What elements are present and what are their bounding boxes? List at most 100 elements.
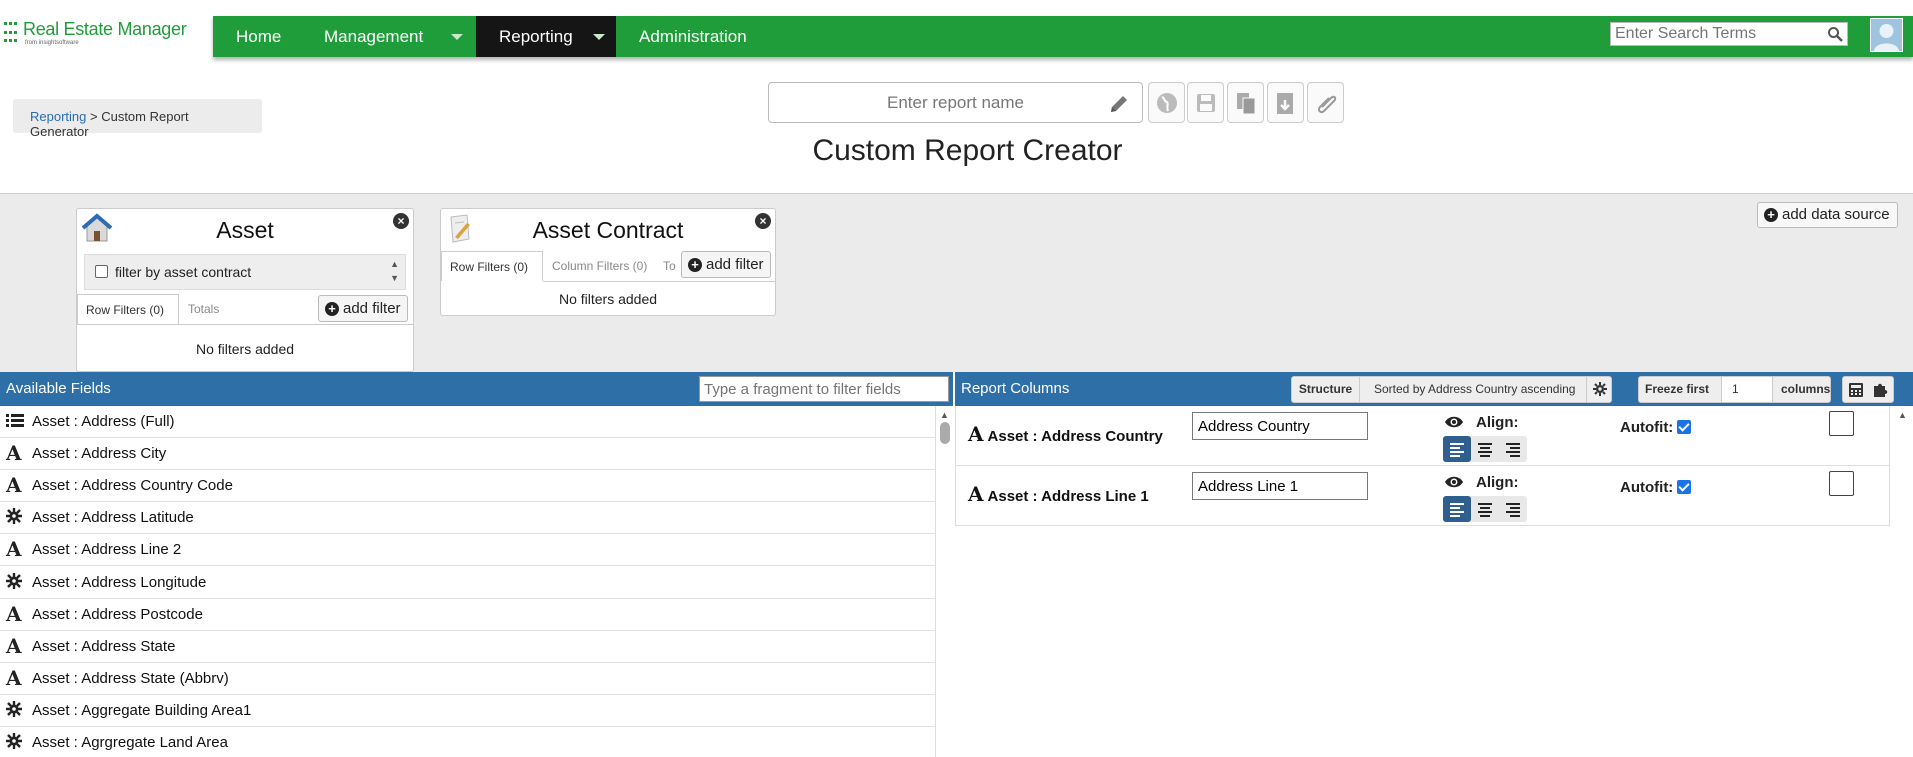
nav-management[interactable]: Management [301, 16, 476, 57]
align-right-icon [1505, 503, 1521, 522]
report-name-field[interactable]: Enter report name [768, 82, 1143, 123]
export-button[interactable] [1267, 82, 1304, 123]
column-header-input[interactable] [1192, 472, 1368, 500]
freeze-count-input[interactable]: 1 [1721, 376, 1773, 403]
filter-by-asset-contract-checkbox[interactable] [95, 265, 108, 278]
column-select-checkbox[interactable] [1829, 411, 1854, 436]
attach-button[interactable] [1307, 82, 1344, 123]
tab-totals[interactable]: Totals [180, 294, 227, 324]
align-right-button[interactable] [1499, 496, 1527, 522]
field-list-item[interactable]: Asset : Address Latitude [0, 502, 935, 535]
field-list-item[interactable]: A Asset : Address Country Code [0, 470, 935, 503]
puzzle-icon[interactable] [1872, 382, 1888, 398]
field-filter-input[interactable] [699, 376, 949, 402]
no-filters-text: No filters added [558, 291, 658, 307]
field-list-item[interactable]: A Asset : Address State (Abbrv) [0, 663, 935, 695]
tab-column-filters[interactable]: Column Filters (0) [544, 251, 655, 281]
field-label: Asset : Address (Full) [32, 413, 175, 431]
align-center-button[interactable] [1471, 436, 1499, 462]
add-filter-button[interactable]: + add filter [681, 251, 771, 278]
search-icon[interactable] [1827, 26, 1843, 42]
autofit-checkbox[interactable] [1677, 480, 1692, 494]
columns-scroll-up-icon[interactable]: ▲ [1898, 410, 1907, 420]
nav-home-label: Home [236, 27, 282, 46]
tab-row-filters[interactable]: Row Filters (0) [441, 251, 543, 281]
field-label: Asset : Address Postcode [32, 605, 203, 623]
column-header-input[interactable] [1192, 412, 1368, 440]
column-select-checkbox[interactable] [1829, 471, 1854, 496]
search-input[interactable] [1611, 23, 1821, 45]
field-label: Asset : Aggregate Building Area1 [32, 701, 252, 719]
report-column-row: AAsset : Address Line 1 Align: Autofit: [955, 466, 1890, 526]
align-button-group [1443, 436, 1527, 462]
nav-reporting[interactable]: Reporting [476, 16, 616, 57]
field-label: Asset : Address City [32, 445, 167, 463]
chevron-down-icon [451, 34, 463, 40]
scrollbar-thumb[interactable] [939, 422, 950, 444]
pencil-icon[interactable] [1108, 93, 1130, 115]
field-list-item[interactable]: A Asset : Address Line 2 [0, 534, 935, 567]
tab-totals[interactable]: To [663, 251, 679, 281]
column-field-name: A Asset : Address Line 1 [968, 482, 1149, 506]
autofit-label: Autofit: [1620, 419, 1674, 436]
align-center-button[interactable] [1471, 496, 1499, 522]
filter-by-asset-contract-label: filter by asset contract [115, 264, 252, 280]
structure-button[interactable]: Structure [1292, 377, 1360, 402]
data-source-title: Asset [216, 217, 274, 243]
align-center-icon [1477, 443, 1493, 462]
nav-administration[interactable]: Administration [616, 16, 784, 57]
fields-scrollbar[interactable]: ▲ [938, 410, 951, 446]
nav-home[interactable]: Home [213, 16, 301, 57]
align-left-button[interactable] [1443, 496, 1471, 522]
nav-management-label: Management [324, 27, 424, 46]
align-left-icon [1449, 503, 1465, 522]
align-right-button[interactable] [1499, 436, 1527, 462]
field-list-item[interactable]: Asset : Aggregate Building Area1 [0, 695, 935, 727]
nav-administration-label: Administration [639, 27, 747, 46]
scroll-arrows-icon[interactable]: ▲ ▼ [390, 257, 399, 285]
tab-row-filters[interactable]: Row Filters (0) [77, 294, 179, 324]
close-icon[interactable]: × [393, 213, 409, 229]
breadcrumb: Reporting > Custom Report Generator [13, 99, 262, 139]
sort-settings-button[interactable] [1586, 377, 1612, 402]
calculator-icon[interactable] [1848, 382, 1864, 398]
globe-icon [1157, 93, 1177, 113]
main-navbar: Home Management Reporting Administration [213, 16, 1913, 57]
add-filter-button[interactable]: + add filter [318, 295, 408, 322]
add-filter-label: add filter [343, 300, 401, 317]
user-avatar[interactable] [1870, 18, 1903, 52]
close-icon[interactable]: × [755, 213, 771, 229]
scroll-up-icon[interactable]: ▲ [938, 410, 951, 420]
field-label: Asset : Agrgregate Land Area [32, 733, 228, 751]
save-button[interactable] [1187, 82, 1224, 123]
column-field-label: Asset : Address Country [987, 428, 1163, 445]
text-icon: A [6, 665, 22, 690]
eye-icon[interactable] [1444, 415, 1464, 429]
text-icon: A [968, 482, 984, 506]
eye-icon[interactable] [1444, 475, 1464, 489]
plus-circle-icon: + [688, 258, 702, 272]
app-logo[interactable]: Real Estate Manager from insightsoftware [4, 20, 187, 46]
align-right-icon [1505, 443, 1521, 462]
data-source-card-asset-contract: Asset Contract × Row Filters (0) Column … [440, 208, 776, 316]
field-label: Asset : Address Longitude [32, 573, 207, 591]
breadcrumb-link-reporting[interactable]: Reporting [30, 109, 86, 124]
field-list-item[interactable]: A Asset : Address Postcode [0, 599, 935, 631]
field-list-item[interactable]: Asset : Agrgregate Land Area [0, 727, 935, 757]
copy-button[interactable] [1227, 82, 1264, 123]
publish-button[interactable] [1148, 82, 1185, 123]
report-column-row: AAsset : Address Country Align: Autofit: [955, 406, 1890, 466]
gear-icon [6, 567, 26, 598]
field-list-item[interactable]: Asset : Address Longitude [0, 566, 935, 599]
nav-reporting-label: Reporting [499, 27, 573, 46]
align-left-button[interactable] [1443, 436, 1471, 462]
text-icon: A [968, 422, 984, 446]
field-list-item[interactable]: A Asset : Address City [0, 438, 935, 471]
field-list-item[interactable]: A Asset : Address State [0, 631, 935, 663]
field-list-item[interactable]: Asset : Address (Full) [0, 406, 935, 439]
add-data-source-button[interactable]: + add data source [1757, 202, 1898, 228]
autofit-checkbox[interactable] [1677, 420, 1692, 434]
field-label: Asset : Address Latitude [32, 509, 194, 527]
autofit-control: Autofit: [1620, 419, 1692, 436]
paperclip-icon [1317, 95, 1337, 114]
